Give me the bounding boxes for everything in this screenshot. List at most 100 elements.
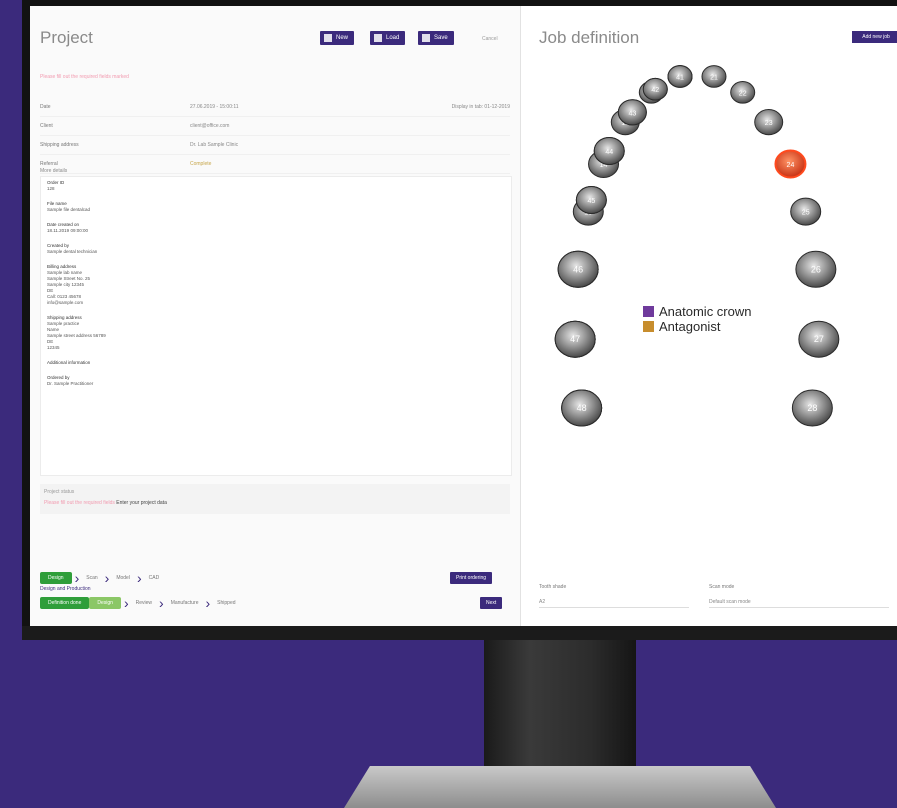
tooth-number-44: 44 [605, 149, 613, 156]
tooth-number-25: 25 [802, 210, 810, 217]
tooth-number-26: 26 [811, 264, 821, 274]
project-title: Project [40, 28, 93, 47]
required-warning: Please fill out the required fields mark… [40, 74, 129, 80]
tooth-number-42: 42 [651, 87, 659, 94]
info-block: Date created on 18.11.2019 09:00:00 [47, 222, 505, 234]
tooth-number-24: 24 [787, 162, 795, 169]
workflow-step[interactable]: Shipped [217, 600, 235, 606]
tooth-number-45: 45 [587, 198, 595, 205]
info-block-line: 12345 [47, 345, 60, 350]
project-fields: Date 27.06.2019 - 15:00:11 Display in ta… [40, 98, 510, 174]
chevron-right-icon: › [74, 570, 80, 586]
tooth-number-43: 43 [628, 110, 636, 117]
field-row: Client client@office.com [40, 117, 510, 136]
workflow-step-active[interactable]: Design [40, 572, 72, 584]
tooth-shade-label: Tooth shade [539, 584, 567, 590]
info-block-line: 18.11.2019 09:00:00 [47, 228, 88, 233]
field-label: Referral [40, 161, 58, 167]
tooth-number-22: 22 [739, 90, 747, 97]
new-button[interactable]: New [320, 31, 355, 45]
chevron-right-icon: › [123, 595, 129, 611]
monitor-stand-neck [484, 640, 636, 775]
field-row: Referral Complete [40, 155, 510, 174]
field-value[interactable]: client@office.com [190, 123, 370, 129]
save-button-label: Save [434, 35, 448, 41]
info-block: Additional information [47, 360, 505, 366]
next-button[interactable]: Next [480, 597, 503, 609]
field-label: Date [40, 104, 51, 110]
monitor-chin [22, 626, 897, 640]
workflow-step[interactable]: Model [116, 575, 130, 581]
save-icon [422, 34, 430, 42]
document-icon [324, 34, 332, 42]
project-status-title: Project status [44, 489, 75, 495]
field-row: Shipping address Dr. Lab Sample Clinic [40, 136, 510, 155]
workflow-top: Design › Scan › Model › CAD [40, 570, 163, 586]
info-block-line: Sample file dentalcad [47, 207, 91, 212]
scan-mode-label: Scan mode [709, 584, 735, 590]
chevron-right-icon: › [159, 595, 164, 611]
info-label: More details [40, 168, 68, 174]
legend: Anatomic crown Antagonist [643, 304, 751, 334]
folder-icon [374, 34, 382, 42]
legend-item: Anatomic crown [643, 304, 751, 319]
field-label: Client [40, 123, 53, 129]
info-block: Ordered by Dr. Sample Practitioner [47, 375, 505, 387]
info-block-line: Sample dental technician [47, 249, 98, 254]
info-block-line: 128 [47, 186, 55, 191]
legend-item: Antagonist [643, 319, 751, 334]
workflow-step[interactable]: Scan [86, 575, 97, 581]
tooth-number-27: 27 [814, 334, 824, 344]
project-pane: Project New Load Save Cancel Please fill… [30, 6, 521, 626]
chevron-right-icon: › [205, 595, 211, 611]
info-block: Order ID 128 [47, 180, 505, 192]
tooth-number-23: 23 [765, 120, 773, 127]
workflow-step[interactable]: Manufacture [171, 600, 199, 606]
info-block: Created by Sample dental technician [47, 243, 505, 255]
legend-swatch [643, 306, 654, 317]
info-block: Shipping address Sample practice Name Sampl… [47, 315, 505, 351]
workflow-step[interactable]: Review [136, 600, 152, 606]
tooth-number-41: 41 [676, 74, 684, 81]
tooth-number-48: 48 [577, 403, 587, 413]
field-value[interactable]: Complete [190, 161, 370, 167]
info-block-line: info@sample.com [47, 300, 84, 305]
workflow-bottom: Definition done Design › Review › Manufa… [40, 595, 240, 611]
save-button[interactable]: Save [418, 31, 454, 45]
project-status-pink: Please fill out the required fields [44, 500, 115, 506]
field-label: Shipping address [40, 142, 79, 148]
legend-label: Anatomic crown [659, 304, 752, 319]
workflow-step-current[interactable]: Design [89, 597, 121, 609]
workflow-step-done[interactable]: Definition done [40, 597, 90, 609]
monitor-stand-base [344, 766, 776, 808]
tooth-number-46: 46 [573, 264, 583, 274]
legend-swatch [643, 321, 654, 332]
chevron-right-icon: › [104, 570, 110, 586]
scan-mode-field[interactable]: Default scan mode [709, 599, 889, 608]
field-row: Date 27.06.2019 - 15:00:11 Display in ta… [40, 98, 510, 117]
load-button[interactable]: Load [370, 31, 406, 45]
screen: Project New Load Save Cancel Please fill… [30, 6, 897, 626]
info-block: Billing address Sample lab name Sample Str… [47, 264, 505, 306]
info-block-line: Dr. Sample Practitioner [47, 381, 94, 386]
project-status-text: Please fill out the required fields Ente… [44, 500, 167, 506]
workflow-step[interactable]: CAD [149, 575, 160, 581]
print-button[interactable]: Print ordering [450, 572, 493, 584]
project-status-dark: Enter your project data [116, 500, 167, 506]
workflow-title: Design and Production [40, 586, 91, 592]
field-value[interactable]: 27.06.2019 - 15:00:11 [190, 104, 370, 110]
tooth-number-21: 21 [710, 74, 718, 81]
info-box[interactable]: Order ID 128 File name Sample file dentalca… [40, 176, 512, 476]
job-definition-pane: Job definition Add new job 14 21 22 23 2… [521, 6, 897, 626]
tooth-number-28: 28 [807, 403, 817, 413]
new-button-label: New [336, 35, 349, 41]
info-block: File name Sample file dentalcad [47, 201, 505, 213]
field-right-info: Display in tab: 01-12-2019 [451, 104, 510, 110]
tooth-shade-field[interactable]: A2 [539, 599, 689, 608]
legend-label: Antagonist [659, 319, 721, 334]
tooth-number-47: 47 [570, 334, 580, 344]
info-block-label: Additional information [47, 360, 91, 365]
project-status-panel: Project status Please fill out the requi… [40, 484, 510, 514]
field-value[interactable]: Dr. Lab Sample Clinic [190, 142, 370, 148]
cancel-link[interactable]: Cancel [482, 36, 498, 42]
